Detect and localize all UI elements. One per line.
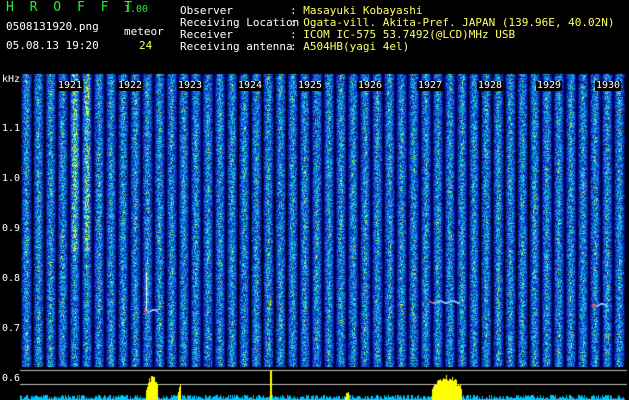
time-tick-1928: 1928 — [477, 80, 504, 91]
time-tick-1929: 1929 — [536, 80, 563, 91]
time-tick-1925: 1925 — [297, 80, 324, 91]
time-tick-1924: 1924 — [237, 80, 264, 91]
spectrogram — [0, 72, 629, 400]
meteor-label: meteor — [124, 25, 164, 38]
time-tick-1927: 1927 — [417, 80, 444, 91]
time-tick-1923: 1923 — [177, 80, 204, 91]
antenna-label: Receiving antenna — [180, 40, 293, 53]
time-tick-1926: 1926 — [357, 80, 384, 91]
time-tick-1922: 1922 — [117, 80, 144, 91]
time-tick-1930: 1930 — [595, 80, 622, 91]
meteor-count: 24 — [139, 39, 153, 52]
header-panel: H R O F F T 1.00 0508131920.png meteor 0… — [0, 0, 629, 72]
date-time: 05.08.13 19:20 — [6, 39, 99, 52]
y-tick-0.6: 0.6 — [2, 373, 21, 384]
time-tick-1921: 1921 — [57, 80, 84, 91]
app-version: 1.00 — [124, 4, 149, 15]
antenna-value: : A504HB(yagi 4el) — [290, 40, 410, 53]
y-tick-0.9: 0.9 — [2, 223, 21, 234]
y-tick-0.8: 0.8 — [2, 273, 21, 284]
app-title: H R O F F T — [6, 0, 137, 15]
file-name: 0508131920.png — [6, 20, 99, 33]
y-tick-1.1: 1.1 — [2, 123, 21, 134]
y-tick-0.7: 0.7 — [2, 323, 21, 334]
y-axis-unit: kHz — [2, 74, 21, 85]
y-tick-1.0: 1.0 — [2, 173, 21, 184]
